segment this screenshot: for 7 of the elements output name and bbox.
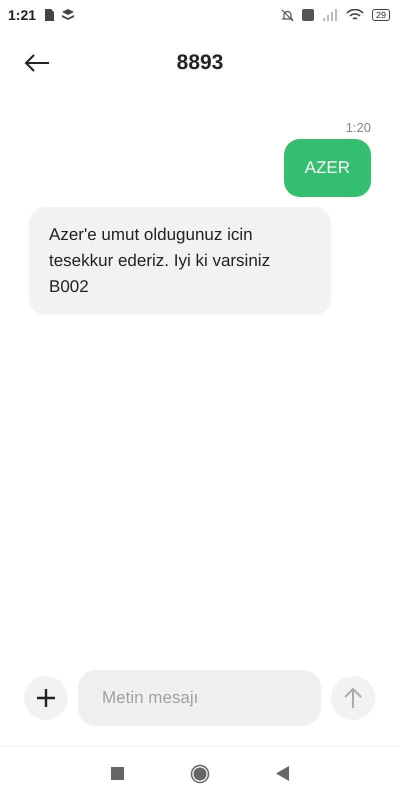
status-time: 1:21 (8, 7, 36, 23)
received-message: Azer'e umut oldugunuz icin tesekkur ederiz. Iyi ki varsiniz B002 (29, 207, 331, 315)
sent-message: AZER (284, 139, 371, 197)
message-time: 1:20 (346, 120, 371, 135)
conversation-title: 8893 (176, 51, 224, 75)
message-field[interactable]: Metin mesajı (78, 670, 321, 726)
battery-level: 29 (372, 9, 390, 21)
